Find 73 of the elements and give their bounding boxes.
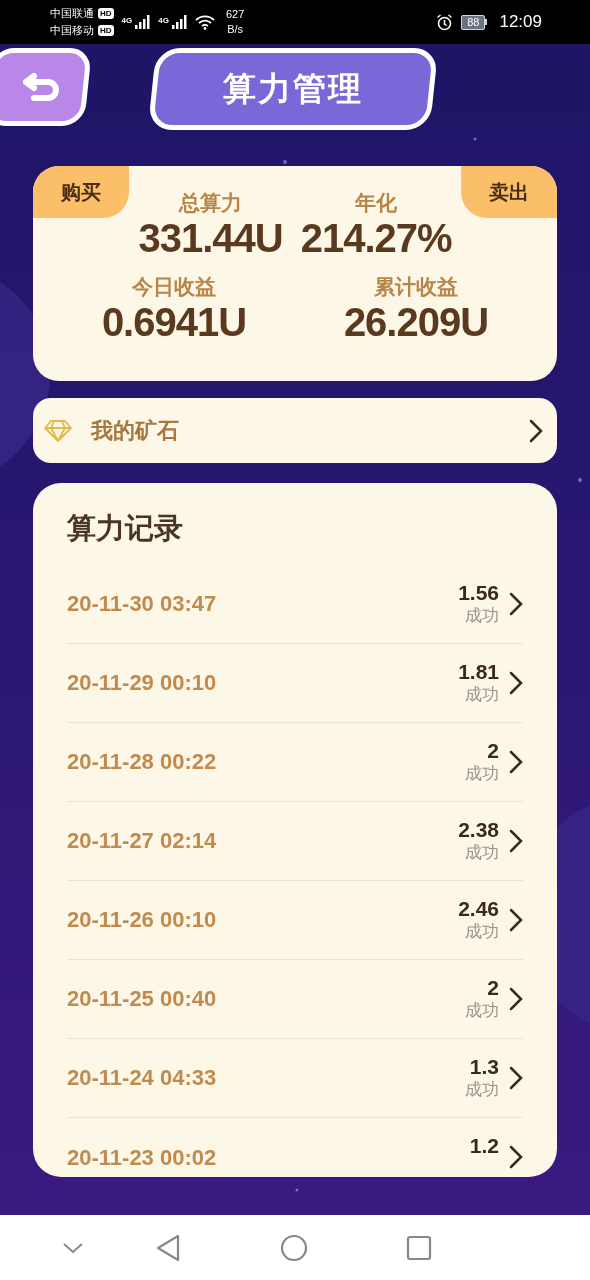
diamond-icon <box>43 418 73 443</box>
record-status: 成功 <box>465 604 499 627</box>
record-row[interactable]: 20-11-26 00:10 2.46 成功 <box>67 880 523 960</box>
chevron-right-icon <box>529 418 543 443</box>
collapse-icon[interactable] <box>62 1241 84 1254</box>
records-title: 算力记录 <box>67 511 184 546</box>
chevron-right-icon <box>509 591 523 616</box>
chevron-right-icon <box>509 1145 523 1169</box>
page-title: 算力管理 <box>223 69 363 110</box>
buy-tab[interactable]: 购买 <box>33 166 129 218</box>
stat-value: 0.6941U <box>101 300 247 344</box>
network-speed: 627 <box>225 7 245 22</box>
signal-icon <box>171 15 188 29</box>
chevron-right-icon <box>509 670 523 695</box>
ore-row[interactable]: 我的矿石 <box>33 398 557 463</box>
stat-label: 累计收益 <box>374 274 458 300</box>
record-amount: 2 <box>487 975 499 1000</box>
record-row[interactable]: 20-11-24 04:33 1.3 成功 <box>67 1038 523 1118</box>
carrier-name: 中国移动 <box>50 23 94 38</box>
record-row[interactable]: 20-11-30 03:47 1.56 成功 <box>67 564 523 644</box>
wifi-icon <box>194 14 215 30</box>
chevron-right-icon <box>509 986 523 1011</box>
record-amount: 2 <box>487 738 499 763</box>
hd-badge: HD <box>98 8 114 19</box>
record-time: 20-11-29 00:10 <box>67 669 218 697</box>
record-amount: 1.3 <box>469 1054 499 1079</box>
record-row[interactable]: 20-11-23 00:02 1.2 <box>67 1117 523 1177</box>
record-time: 20-11-30 03:47 <box>67 590 218 618</box>
chevron-right-icon <box>509 749 523 774</box>
record-time: 20-11-23 00:02 <box>67 1143 218 1172</box>
alarm-icon <box>436 13 454 31</box>
record-time: 20-11-26 00:10 <box>67 906 218 934</box>
stat-label: 年化 <box>355 190 398 216</box>
record-amount: 1.2 <box>469 1134 499 1158</box>
record-amount: 2.38 <box>458 817 499 842</box>
speed-unit: B/s <box>227 22 244 37</box>
record-time: 20-11-25 00:40 <box>67 985 218 1013</box>
record-row[interactable]: 20-11-25 00:40 2 成功 <box>67 959 523 1039</box>
record-status: 成功 <box>465 841 499 864</box>
sell-tab[interactable]: 卖出 <box>461 166 557 218</box>
network-label: 4G <box>158 15 169 27</box>
network-label: 4G <box>121 15 133 27</box>
stat-label: 总算力 <box>179 190 243 216</box>
home-icon[interactable] <box>280 1233 308 1262</box>
record-amount: 2.46 <box>458 896 499 921</box>
record-time: 20-11-28 00:22 <box>67 748 218 776</box>
record-status: 成功 <box>465 762 499 785</box>
carrier-name: 中国联通 <box>50 6 94 21</box>
record-time: 20-11-24 04:33 <box>67 1064 218 1092</box>
recent-apps-icon[interactable] <box>406 1234 432 1261</box>
stat-label: 今日收益 <box>132 274 216 300</box>
record-status: 成功 <box>465 999 499 1022</box>
record-row[interactable]: 20-11-29 00:10 1.81 成功 <box>67 643 523 723</box>
record-time: 20-11-27 02:14 <box>67 827 218 855</box>
record-row[interactable]: 20-11-27 02:14 2.38 成功 <box>67 801 523 881</box>
record-amount: 1.56 <box>458 580 499 605</box>
record-amount: 1.81 <box>458 659 499 684</box>
clock: 12:09 <box>499 11 542 34</box>
signal-icon <box>135 15 152 29</box>
stat-value: 26.209U <box>343 300 489 344</box>
record-status: 成功 <box>465 920 499 943</box>
record-row[interactable]: 20-11-28 00:22 2 成功 <box>67 722 523 802</box>
stat-value: 214.27% <box>300 216 452 260</box>
battery-indicator: 88 <box>461 14 488 30</box>
back-arrow-icon <box>22 72 62 102</box>
record-status: 成功 <box>465 1078 499 1101</box>
chevron-right-icon <box>509 828 523 853</box>
stat-value: 331.44U <box>138 216 283 260</box>
chevron-right-icon <box>509 907 523 932</box>
back-icon[interactable] <box>155 1233 181 1262</box>
hd-badge: HD <box>98 25 114 36</box>
record-status: 成功 <box>465 683 499 706</box>
chevron-right-icon <box>509 1065 523 1090</box>
